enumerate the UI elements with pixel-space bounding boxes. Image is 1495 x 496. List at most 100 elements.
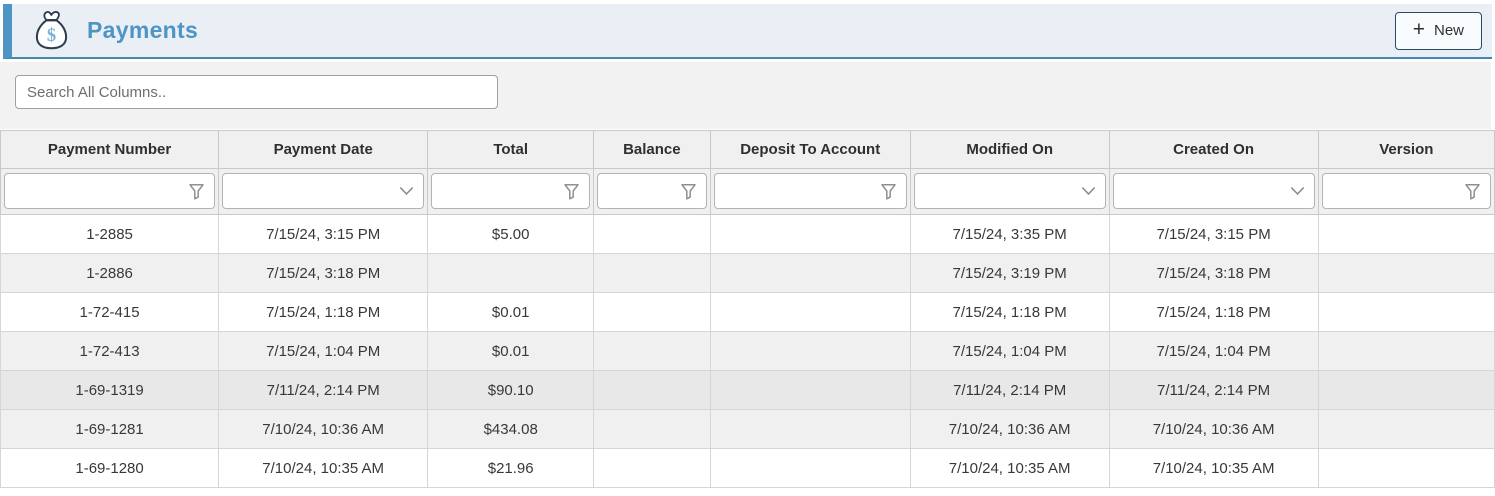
- money-bag-icon: $: [33, 10, 70, 51]
- cell-deposit-to-account: [710, 254, 910, 293]
- payments-table-body: 1-28857/15/24, 3:15 PM$5.007/15/24, 3:35…: [1, 215, 1495, 488]
- table-row[interactable]: 1-72-4157/15/24, 1:18 PM$0.017/15/24, 1:…: [1, 293, 1495, 332]
- filter-input-balance[interactable]: [606, 182, 676, 200]
- filter-modified-on: [914, 173, 1106, 209]
- cell-deposit-to-account: [710, 332, 910, 371]
- cell-payment-date: 7/15/24, 1:18 PM: [219, 293, 428, 332]
- cell-version: [1318, 215, 1494, 254]
- funnel-icon[interactable]: [880, 183, 897, 200]
- cell-modified-on: 7/15/24, 3:35 PM: [910, 215, 1109, 254]
- cell-created-on: 7/10/24, 10:35 AM: [1109, 449, 1318, 488]
- cell-deposit-to-account: [710, 449, 910, 488]
- cell-created-on: 7/15/24, 1:18 PM: [1109, 293, 1318, 332]
- cell-created-on: 7/11/24, 2:14 PM: [1109, 371, 1318, 410]
- funnel-icon[interactable]: [1464, 183, 1481, 200]
- table-row[interactable]: 1-28857/15/24, 3:15 PM$5.007/15/24, 3:35…: [1, 215, 1495, 254]
- plus-icon: +: [1413, 19, 1425, 40]
- cell-balance: [594, 293, 711, 332]
- cell-modified-on: 7/10/24, 10:36 AM: [910, 410, 1109, 449]
- table-row[interactable]: 1-69-12807/10/24, 10:35 AM$21.967/10/24,…: [1, 449, 1495, 488]
- cell-payment-number: 1-2886: [1, 254, 219, 293]
- cell-version: [1318, 254, 1494, 293]
- cell-balance: [594, 410, 711, 449]
- cell-version: [1318, 293, 1494, 332]
- payments-grid: Payment Number Payment Date Total Balanc…: [0, 130, 1495, 488]
- cell-deposit-to-account: [710, 293, 910, 332]
- cell-balance: [594, 371, 711, 410]
- column-header-balance[interactable]: Balance: [594, 131, 711, 169]
- cell-created-on: 7/15/24, 1:04 PM: [1109, 332, 1318, 371]
- table-row[interactable]: 1-72-4137/15/24, 1:04 PM$0.017/15/24, 1:…: [1, 332, 1495, 371]
- column-header-payment-number[interactable]: Payment Number: [1, 131, 219, 169]
- filter-input-deposit-to-account[interactable]: [723, 182, 876, 200]
- filter-total: [431, 173, 590, 209]
- filter-input-payment-number[interactable]: [13, 182, 184, 200]
- cell-total: $0.01: [428, 332, 594, 371]
- funnel-icon[interactable]: [563, 183, 580, 200]
- filter-version: [1322, 173, 1491, 209]
- funnel-icon[interactable]: [680, 183, 697, 200]
- new-button[interactable]: + New: [1395, 12, 1482, 50]
- svg-text:$: $: [47, 26, 56, 46]
- cell-payment-date: 7/15/24, 1:04 PM: [219, 332, 428, 371]
- column-header-modified-on[interactable]: Modified On: [910, 131, 1109, 169]
- cell-modified-on: 7/10/24, 10:35 AM: [910, 449, 1109, 488]
- cell-balance: [594, 332, 711, 371]
- filter-input-payment-date[interactable]: [231, 182, 395, 200]
- filter-row: [1, 169, 1495, 215]
- funnel-icon[interactable]: [188, 183, 205, 200]
- filter-input-created-on[interactable]: [1122, 182, 1286, 200]
- new-button-label: New: [1434, 22, 1464, 39]
- filter-payment-number: [4, 173, 215, 209]
- cell-balance: [594, 215, 711, 254]
- cell-version: [1318, 371, 1494, 410]
- filter-deposit-to-account: [714, 173, 907, 209]
- cell-total: $5.00: [428, 215, 594, 254]
- cell-payment-date: 7/10/24, 10:36 AM: [219, 410, 428, 449]
- cell-modified-on: 7/15/24, 1:18 PM: [910, 293, 1109, 332]
- column-header-row: Payment Number Payment Date Total Balanc…: [1, 131, 1495, 169]
- cell-created-on: 7/10/24, 10:36 AM: [1109, 410, 1318, 449]
- cell-modified-on: 7/15/24, 3:19 PM: [910, 254, 1109, 293]
- cell-payment-date: 7/10/24, 10:35 AM: [219, 449, 428, 488]
- page-header: $ Payments + New: [3, 4, 1492, 59]
- filter-input-total[interactable]: [440, 182, 559, 200]
- cell-payment-number: 1-2885: [1, 215, 219, 254]
- column-header-version[interactable]: Version: [1318, 131, 1494, 169]
- search-input[interactable]: [15, 75, 498, 109]
- cell-total: $21.96: [428, 449, 594, 488]
- column-header-total[interactable]: Total: [428, 131, 594, 169]
- cell-deposit-to-account: [710, 410, 910, 449]
- column-header-created-on[interactable]: Created On: [1109, 131, 1318, 169]
- column-header-deposit-to-account[interactable]: Deposit To Account: [710, 131, 910, 169]
- cell-created-on: 7/15/24, 3:15 PM: [1109, 215, 1318, 254]
- cell-deposit-to-account: [710, 371, 910, 410]
- cell-payment-date: 7/15/24, 3:15 PM: [219, 215, 428, 254]
- cell-version: [1318, 332, 1494, 371]
- page-title: Payments: [87, 17, 198, 44]
- cell-total: $90.10: [428, 371, 594, 410]
- payments-table: Payment Number Payment Date Total Balanc…: [0, 130, 1495, 488]
- chevron-down-icon[interactable]: [1081, 186, 1096, 196]
- cell-balance: [594, 449, 711, 488]
- cell-balance: [594, 254, 711, 293]
- filter-input-version[interactable]: [1331, 182, 1460, 200]
- cell-total: $434.08: [428, 410, 594, 449]
- filter-payment-date: [222, 173, 424, 209]
- cell-version: [1318, 449, 1494, 488]
- filter-balance: [597, 173, 707, 209]
- table-row[interactable]: 1-69-13197/11/24, 2:14 PM$90.107/11/24, …: [1, 371, 1495, 410]
- column-header-payment-date[interactable]: Payment Date: [219, 131, 428, 169]
- table-row[interactable]: 1-69-12817/10/24, 10:36 AM$434.087/10/24…: [1, 410, 1495, 449]
- cell-total: [428, 254, 594, 293]
- cell-version: [1318, 410, 1494, 449]
- cell-modified-on: 7/11/24, 2:14 PM: [910, 371, 1109, 410]
- chevron-down-icon[interactable]: [1290, 186, 1305, 196]
- chevron-down-icon[interactable]: [399, 186, 414, 196]
- cell-created-on: 7/15/24, 3:18 PM: [1109, 254, 1318, 293]
- cell-payment-number: 1-69-1319: [1, 371, 219, 410]
- table-row[interactable]: 1-28867/15/24, 3:18 PM7/15/24, 3:19 PM7/…: [1, 254, 1495, 293]
- filter-input-modified-on[interactable]: [923, 182, 1077, 200]
- cell-payment-date: 7/15/24, 3:18 PM: [219, 254, 428, 293]
- cell-payment-date: 7/11/24, 2:14 PM: [219, 371, 428, 410]
